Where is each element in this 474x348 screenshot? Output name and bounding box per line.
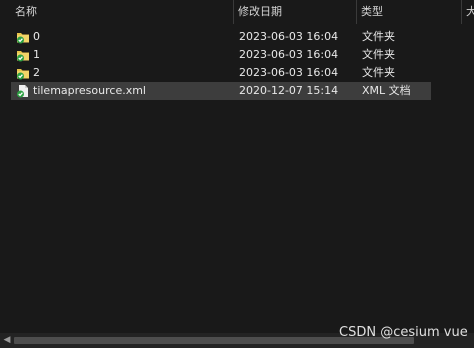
column-header-bar: ^ 名称 修改日期 类型 大 — [0, 0, 474, 25]
column-header-name[interactable]: 名称 — [11, 0, 233, 25]
file-date: 2023-06-03 16:04 — [239, 48, 339, 61]
file-list: 0 2023-06-03 16:04 文件夹 1 2023-06-03 16:0… — [11, 28, 431, 100]
watermark-text: CSDN @cesium vue — [339, 325, 468, 340]
file-row[interactable]: 1 2023-06-03 16:04 文件夹 — [11, 46, 431, 64]
file-date: 2020-12-07 15:14 — [239, 84, 339, 97]
file-explorer: ^ 名称 修改日期 类型 大 0 2023-06-03 16:04 文件夹 — [0, 0, 474, 348]
file-type: 文件夹 — [362, 48, 395, 61]
column-header-type[interactable]: 类型 — [357, 0, 431, 25]
column-header-size[interactable]: 大 — [462, 0, 474, 25]
scroll-left-icon[interactable]: ◀ — [2, 335, 12, 346]
file-type: 文件夹 — [362, 66, 395, 79]
file-row[interactable]: 0 2023-06-03 16:04 文件夹 — [11, 28, 431, 46]
file-name: tilemapresource.xml — [33, 84, 146, 97]
file-date: 2023-06-03 16:04 — [239, 30, 339, 43]
xml-file-icon — [16, 84, 30, 98]
file-type: XML 文档 — [362, 84, 411, 97]
file-row-selected[interactable]: tilemapresource.xml 2020-12-07 15:14 XML… — [11, 82, 431, 100]
column-header-date[interactable]: 修改日期 — [234, 0, 356, 25]
file-name: 2 — [33, 66, 40, 79]
file-name: 0 — [33, 30, 40, 43]
file-name: 1 — [33, 48, 40, 61]
file-row[interactable]: 2 2023-06-03 16:04 文件夹 — [11, 64, 431, 82]
folder-icon — [16, 30, 30, 44]
file-date: 2023-06-03 16:04 — [239, 66, 339, 79]
folder-icon — [16, 66, 30, 80]
folder-icon — [16, 48, 30, 62]
file-type: 文件夹 — [362, 30, 395, 43]
